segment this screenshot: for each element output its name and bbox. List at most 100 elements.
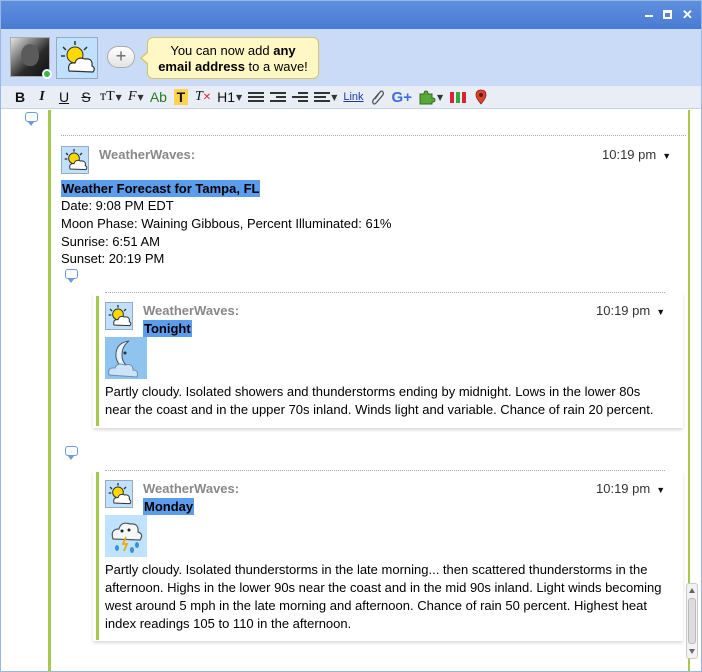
thunderstorm-icon <box>105 515 147 557</box>
scroll-up-icon[interactable] <box>689 588 695 593</box>
wave-header: + You can now add any email address to a… <box>1 29 701 86</box>
font-family-button[interactable]: F ▼ <box>125 88 147 107</box>
window-controls: ✕ <box>645 8 693 21</box>
forecast-moon-phase: Moon Phase: Waining Gibbous, Percent Ill… <box>61 216 392 231</box>
close-icon[interactable]: ✕ <box>682 8 693 21</box>
heading-button[interactable]: H1 ▼ <box>214 88 245 107</box>
format-toolbar: B I U S тT ▼ F ▼ Ab T T ✕ H1 ▼ ▼ Link G+ ▼ <box>1 86 701 109</box>
tip-bubble: You can now add any email address to a w… <box>140 37 319 79</box>
thread-line <box>48 110 51 671</box>
map-pin-icon <box>475 89 487 105</box>
scrollbar[interactable] <box>686 583 698 659</box>
highlight-button[interactable]: T <box>170 88 192 107</box>
blip-bar <box>96 472 99 640</box>
tip-bold-1: any <box>273 43 296 58</box>
font-family-label: F <box>127 89 137 104</box>
add-participant-button[interactable]: + <box>107 46 135 68</box>
blip-separator <box>61 135 686 136</box>
sun-cloud-icon <box>108 305 132 327</box>
chevron-down-icon: ▼ <box>236 92 243 102</box>
wave-content: WeatherWaves: 10:19 pm ▼ Weather Forecast… <box>1 110 701 671</box>
blip-time-label: 10:19 pm <box>596 303 651 318</box>
forecast-sunrise: Sunrise: 6:51 AM <box>61 234 160 249</box>
italic-button[interactable]: I <box>31 88 53 107</box>
bars-gadget-icon <box>450 92 467 103</box>
blip-time-label: 10:19 pm <box>596 481 651 496</box>
reply-icon[interactable] <box>65 269 78 283</box>
blip-time[interactable]: 10:19 pm ▼ <box>596 303 665 318</box>
blip-separator <box>105 292 665 293</box>
bullet-list-icon <box>248 92 265 102</box>
forecast-title-text: Weather Forecast for Tampa, FL <box>61 180 261 197</box>
reply-title-text: Tonight <box>143 320 192 337</box>
strikethrough-button[interactable]: S <box>75 88 97 107</box>
reply-forecast-text: Partly cloudy. Isolated thunderstorms in… <box>105 562 662 631</box>
avatar[interactable] <box>10 37 52 79</box>
tip-text-2: to a wave! <box>244 59 308 74</box>
outdent-button[interactable] <box>289 88 311 107</box>
blip-author: WeatherWaves: <box>99 147 196 162</box>
font-size-label: тT <box>100 89 115 104</box>
chevron-down-icon: ▼ <box>436 92 444 102</box>
scroll-down-icon[interactable] <box>689 649 695 654</box>
chevron-down-icon: ▼ <box>656 307 666 317</box>
gplus-label: G+ <box>391 88 412 106</box>
sun-cloud-icon <box>61 41 95 73</box>
blip-bar <box>96 296 99 426</box>
chevron-down-icon: ▼ <box>331 92 338 102</box>
weatherwaves-avatar-small <box>105 302 133 330</box>
sun-cloud-icon <box>64 149 88 171</box>
chevron-down-icon: ▼ <box>662 151 672 161</box>
font-size-button[interactable]: тT ▼ <box>97 88 125 107</box>
blip-author: WeatherWaves: <box>143 481 240 496</box>
link-button[interactable]: Link <box>340 88 366 107</box>
chevron-down-icon: ▼ <box>656 485 666 495</box>
blip-time-label: 10:19 pm <box>602 147 657 162</box>
reply-title: Monday <box>143 498 195 515</box>
gadget-button[interactable] <box>446 88 470 107</box>
tip-bold-2: email address <box>158 59 245 74</box>
scrollbar-thumb[interactable] <box>688 598 696 644</box>
blip-time[interactable]: 10:19 pm ▼ <box>602 147 671 162</box>
reply-title-text: Monday <box>143 498 195 515</box>
attachment-button[interactable] <box>367 88 389 107</box>
weatherwaves-avatar[interactable] <box>56 37 98 79</box>
chevron-down-icon: ▼ <box>137 92 144 102</box>
outdent-icon <box>292 92 309 102</box>
underline-button[interactable]: U <box>53 88 75 107</box>
clear-formatting-button[interactable]: T ✕ <box>192 88 214 107</box>
blip-author: WeatherWaves: <box>143 303 240 318</box>
align-button[interactable]: ▼ <box>311 88 340 107</box>
reply-title: Tonight <box>143 320 192 337</box>
online-status-icon <box>42 69 52 79</box>
indent-button[interactable] <box>267 88 289 107</box>
chevron-down-icon: ▼ <box>115 92 122 102</box>
partly-cloudy-night-image <box>105 337 147 379</box>
gplus-button[interactable]: G+ <box>389 88 415 107</box>
partly-cloudy-night-icon <box>105 337 147 379</box>
tip-text-1: You can now add <box>170 43 274 58</box>
heading-label: H1 <box>217 89 236 105</box>
title-bar: ✕ <box>1 1 701 29</box>
maximize-icon[interactable] <box>663 10 672 19</box>
map-button[interactable] <box>470 88 492 107</box>
blip-time[interactable]: 10:19 pm ▼ <box>596 481 665 496</box>
minimize-icon[interactable] <box>645 15 653 17</box>
reply-icon[interactable] <box>25 112 38 126</box>
weatherwaves-avatar-small <box>105 480 133 508</box>
align-icon <box>314 92 331 102</box>
bullet-list-button[interactable] <box>245 88 267 107</box>
reply-forecast-text: Partly cloudy. Isolated showers and thun… <box>105 384 654 417</box>
puzzle-icon <box>419 90 436 105</box>
thunderstorm-image <box>105 515 147 557</box>
forecast-sunset: Sunset: 20:19 PM <box>61 251 165 266</box>
blip-separator <box>105 470 665 471</box>
indent-icon <box>270 92 287 102</box>
extensions-button[interactable]: ▼ <box>415 88 446 107</box>
text-color-button[interactable]: Ab <box>147 88 170 107</box>
reply-icon[interactable] <box>65 446 78 460</box>
clear-x-icon: ✕ <box>202 91 212 103</box>
forecast-title: Weather Forecast for Tampa, FL <box>61 180 261 197</box>
forecast-date: Date: 9:08 PM EDT <box>61 198 174 213</box>
bold-button[interactable]: B <box>9 88 31 107</box>
